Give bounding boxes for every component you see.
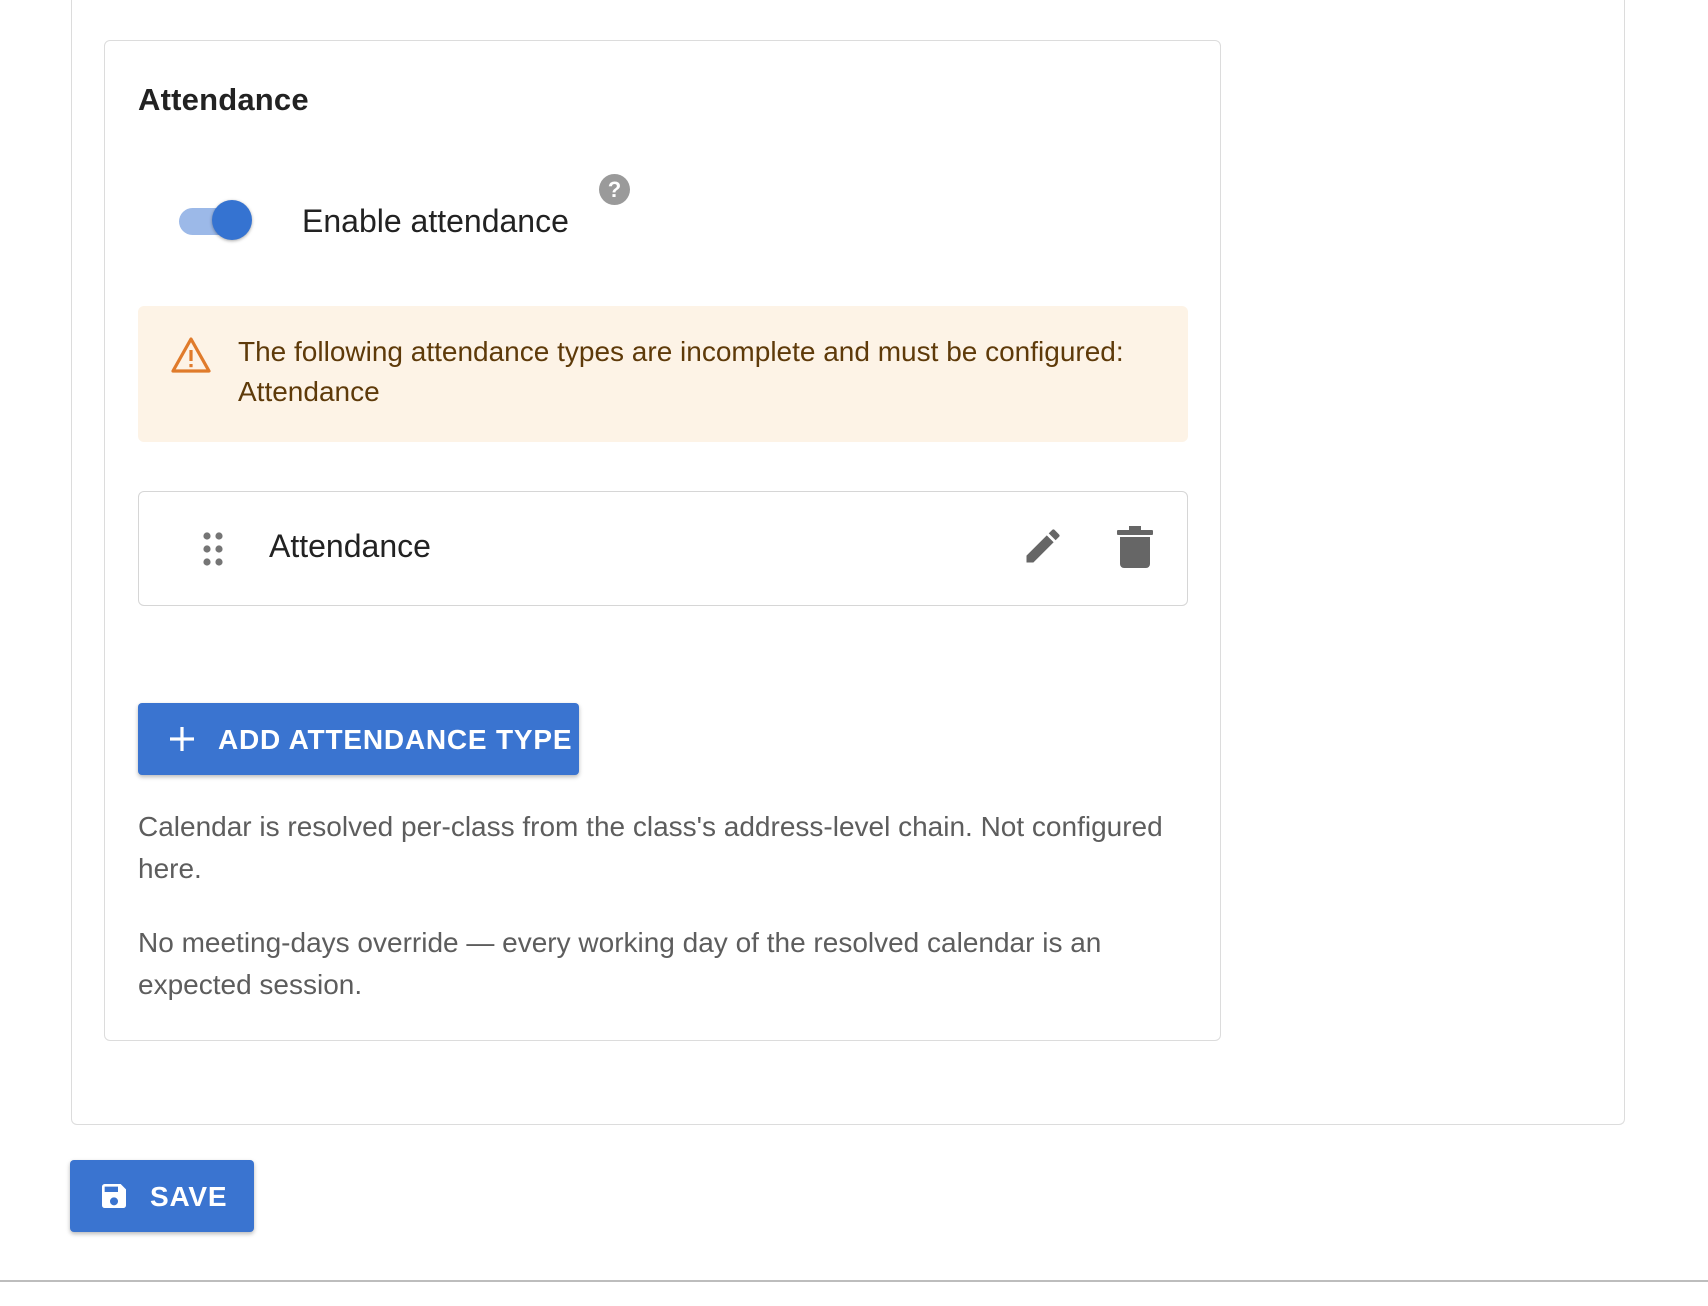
attendance-type-row: Attendance: [138, 491, 1188, 606]
section-title: Attendance: [138, 82, 309, 117]
add-attendance-type-button[interactable]: ADD ATTENDANCE TYPE: [138, 703, 579, 775]
edit-pencil-icon[interactable]: [1021, 524, 1065, 568]
warning-triangle-icon: [171, 337, 211, 373]
bottom-divider: [0, 1280, 1708, 1282]
help-icon[interactable]: ?: [599, 174, 630, 205]
meeting-days-note: No meeting-days override — every working…: [138, 927, 1102, 1000]
add-attendance-type-label: ADD ATTENDANCE TYPE: [218, 724, 573, 755]
delete-trash-icon[interactable]: [1117, 526, 1153, 568]
plus-icon: [170, 727, 194, 751]
warning-text: The following attendance types are incom…: [238, 336, 1124, 407]
save-label: SAVE: [150, 1181, 228, 1212]
attendance-type-name: Attendance: [269, 528, 431, 564]
calendar-note: Calendar is resolved per-class from the …: [138, 811, 1163, 884]
drag-handle-icon[interactable]: [201, 530, 227, 568]
save-button[interactable]: SAVE: [70, 1160, 254, 1232]
floppy-disk-icon: [102, 1184, 126, 1208]
enable-attendance-toggle[interactable]: [177, 200, 253, 240]
warning-alert: The following attendance types are incom…: [138, 306, 1188, 442]
toggle-thumb: [212, 200, 252, 240]
enable-attendance-label[interactable]: Enable attendance: [302, 203, 569, 240]
